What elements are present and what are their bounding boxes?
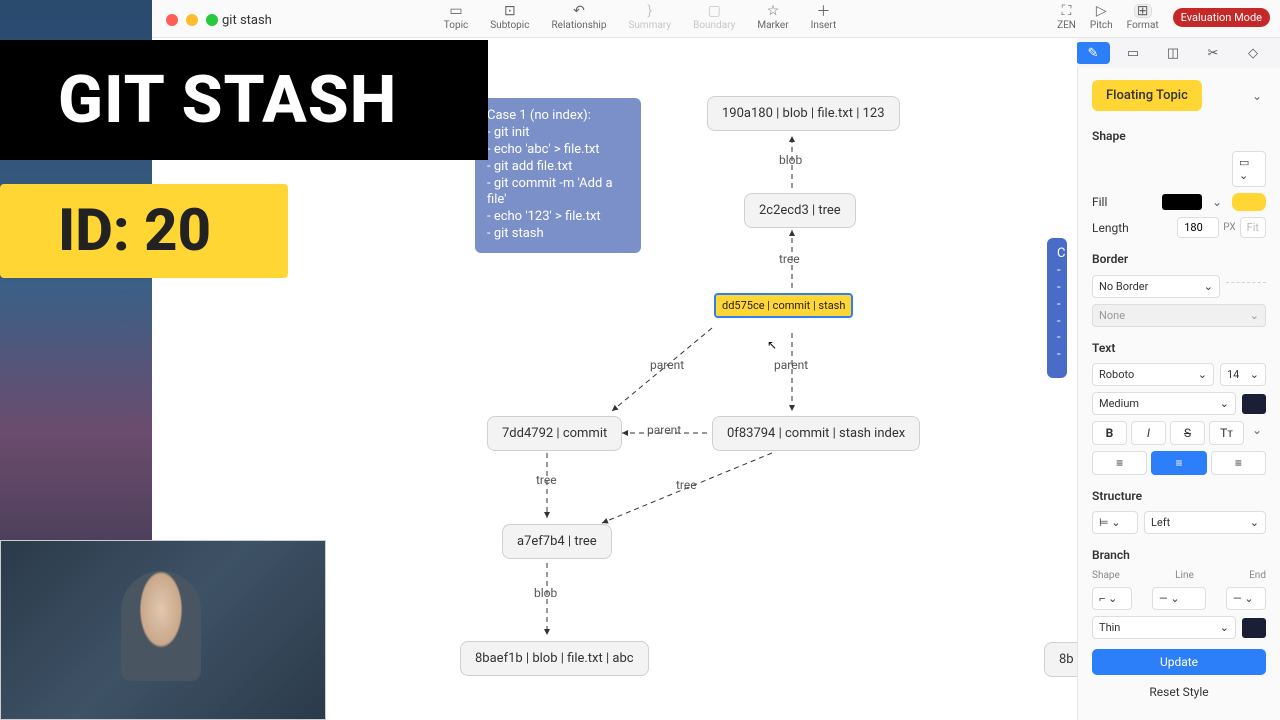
edge-label-parent: parent — [774, 358, 808, 372]
branch-heading: Branch — [1092, 548, 1266, 562]
node-tree1[interactable]: 2c2ecd3 | tree — [744, 193, 856, 228]
length-input[interactable] — [1177, 217, 1219, 238]
edge-label-blob: blob — [534, 586, 557, 600]
maximize-icon[interactable] — [206, 14, 218, 26]
font-size-select[interactable]: 14⌄ — [1220, 363, 1266, 386]
node-blob1[interactable]: 190a180 | blob | file.txt | 123 — [707, 96, 900, 131]
node-stash-index[interactable]: 0f83794 | commit | stash index — [712, 416, 920, 451]
node-stash-selected[interactable]: dd575ce | commit | stash — [714, 293, 853, 318]
border-style-select: None⌄ — [1092, 304, 1266, 327]
zen-button[interactable]: ⛶ZEN — [1057, 4, 1076, 31]
boundary-button: ▢Boundary — [693, 4, 735, 31]
toolbar-right: ⛶ZEN ▷Pitch ⊞Format Evaluation Mode — [1057, 4, 1270, 31]
info-tab-icon[interactable]: ◇ — [1236, 42, 1270, 64]
align-center-button[interactable]: ≡ — [1151, 451, 1206, 475]
align-left-button[interactable]: ≡ — [1092, 451, 1147, 475]
node-tree2[interactable]: a7ef7b4 | tree — [502, 524, 612, 559]
note-case1[interactable]: Case 1 (no index): - git init - echo 'ab… — [475, 98, 641, 253]
node-blob2[interactable]: 8baef1b | blob | file.txt | abc — [460, 641, 649, 676]
note-case2-partial[interactable]: C - - - - - - — [1047, 238, 1067, 378]
case-button[interactable]: Tᴛ — [1209, 421, 1244, 445]
topic-button[interactable]: ▭Topic — [444, 4, 468, 31]
edge-label-parent: parent — [650, 358, 684, 372]
font-weight-select[interactable]: Medium⌄ — [1092, 392, 1236, 415]
marker-button[interactable]: ☆Marker — [757, 4, 788, 31]
insert-button[interactable]: ＋Insert — [811, 4, 837, 31]
branch-shape-select[interactable]: ⌐ ⌄ — [1092, 587, 1132, 610]
format-panel: Floating Topic ⌄ Shape ▭ ⌄ Fill ⌄ Length… — [1077, 68, 1280, 720]
bold-button[interactable]: B — [1092, 421, 1127, 445]
length-label: Length — [1092, 221, 1129, 235]
minimize-icon[interactable] — [186, 14, 198, 26]
edge-label-blob: blob — [779, 153, 802, 167]
node-commit[interactable]: 7dd4792 | commit — [487, 416, 622, 451]
pitch-button[interactable]: ▷Pitch — [1090, 4, 1113, 31]
subtopic-button[interactable]: ⊡Subtopic — [490, 4, 529, 31]
panel-tabs: ✎ ▭ ◫ ✂ ◇ — [1076, 42, 1270, 64]
cursor-icon: ↖ — [767, 338, 777, 352]
note-title: Case 1 (no index): — [487, 108, 629, 125]
fill-label: Fill — [1092, 195, 1107, 209]
relationship-button[interactable]: ↶Relationship — [551, 4, 606, 31]
close-icon[interactable] — [166, 14, 178, 26]
floating-topic-button[interactable]: Floating Topic — [1092, 80, 1202, 111]
link-tab-icon[interactable]: ✂ — [1196, 42, 1230, 64]
title-overlay: GIT STASH — [0, 40, 488, 160]
text-heading: Text — [1092, 341, 1266, 355]
document-title: git stash — [222, 13, 272, 28]
edge-label-tree: tree — [676, 478, 697, 492]
shape-select[interactable]: ▭ ⌄ — [1232, 151, 1266, 187]
edge-label-parent: parent — [647, 423, 681, 437]
reset-style-button[interactable]: Reset Style — [1092, 679, 1266, 705]
update-button[interactable]: Update — [1092, 649, 1266, 675]
fill-swatch-dark[interactable] — [1162, 194, 1202, 210]
toolbar-center: ▭Topic ⊡Subtopic ↶Relationship }Summary … — [444, 4, 836, 31]
format-button[interactable]: ⊞Format — [1127, 4, 1159, 31]
branch-color-swatch[interactable] — [1242, 618, 1266, 638]
border-style-swatch[interactable] — [1226, 282, 1266, 298]
chevron-down-icon[interactable]: ⌄ — [1208, 193, 1226, 211]
structure-type-select[interactable]: ⊨ ⌄ — [1092, 511, 1138, 534]
italic-button[interactable]: I — [1131, 421, 1166, 445]
evaluation-badge: Evaluation Mode — [1173, 8, 1270, 27]
window-controls — [166, 14, 218, 26]
branch-width-select[interactable]: Thin⌄ — [1092, 616, 1236, 639]
align-right-button[interactable]: ≡ — [1211, 451, 1266, 475]
branch-line-select[interactable]: — ⌄ — [1152, 587, 1206, 610]
node-blob3-partial[interactable]: 8b — [1044, 642, 1077, 677]
chevron-down-icon[interactable]: ⌄ — [1248, 87, 1266, 105]
border-heading: Border — [1092, 252, 1266, 266]
summary-button: }Summary — [628, 4, 671, 31]
layout-tab-icon[interactable]: ▭ — [1116, 42, 1150, 64]
edge-label-tree: tree — [536, 473, 557, 487]
id-overlay: ID: 20 — [0, 184, 288, 278]
structure-dir-select[interactable]: Left⌄ — [1144, 511, 1266, 534]
font-select[interactable]: Roboto⌄ — [1092, 363, 1214, 386]
chevron-down-icon[interactable]: ⌄ — [1248, 421, 1266, 439]
branch-end-select[interactable]: — ⌄ — [1226, 587, 1266, 610]
fit-button[interactable]: Fit — [1240, 217, 1266, 238]
fill-swatch-yellow[interactable] — [1232, 193, 1266, 211]
shape-heading: Shape — [1092, 129, 1266, 143]
webcam-overlay — [0, 540, 326, 720]
map-tab-icon[interactable]: ◫ — [1156, 42, 1190, 64]
strike-button[interactable]: S — [1170, 421, 1205, 445]
style-tab-icon[interactable]: ✎ — [1076, 42, 1110, 64]
structure-heading: Structure — [1092, 489, 1266, 503]
text-color-swatch[interactable] — [1242, 394, 1266, 414]
edge-label-tree: tree — [779, 252, 800, 266]
border-select[interactable]: No Border⌄ — [1092, 275, 1220, 298]
